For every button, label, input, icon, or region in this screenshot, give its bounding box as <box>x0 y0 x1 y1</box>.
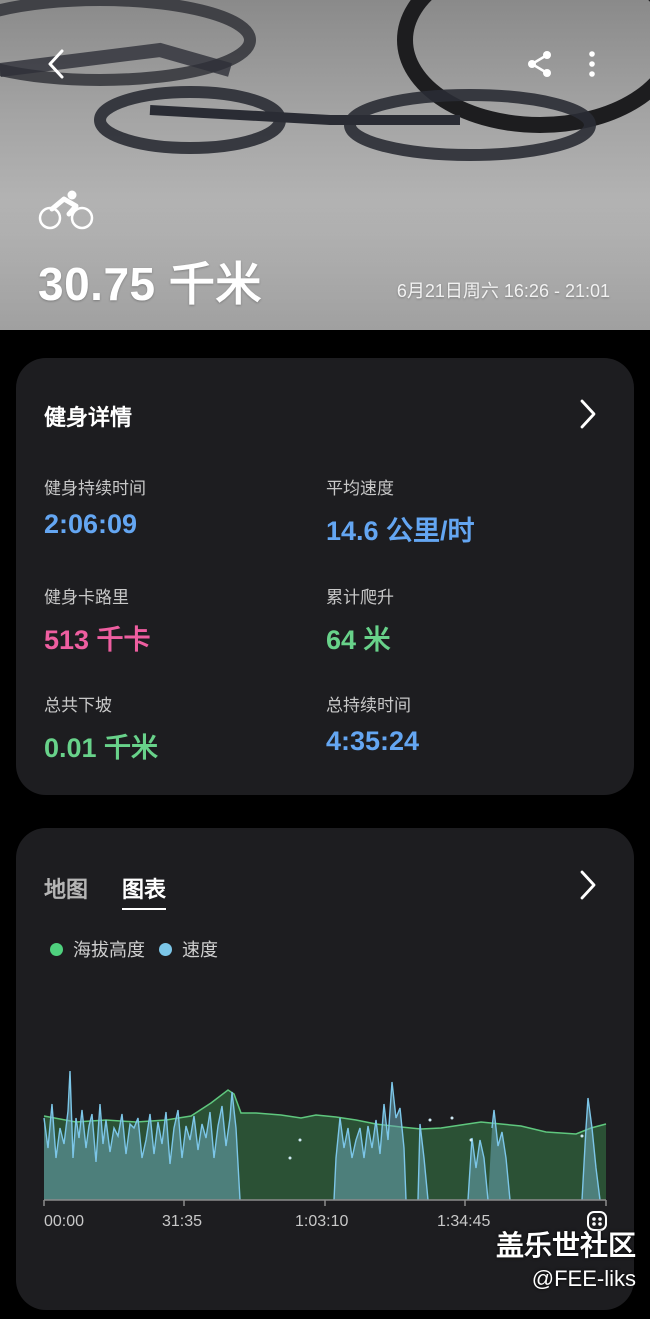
more-options-button[interactable] <box>572 44 612 84</box>
metric-label: 累计爬升 <box>326 588 394 607</box>
metric-calories: 健身卡路里 513 千卡 <box>44 583 151 657</box>
workout-details-card[interactable]: 健身详情 健身持续时间 2:06:09 平均速度 14.6 公里/时 健身卡路里… <box>16 358 634 795</box>
metric-value: 4:35:24 <box>326 726 420 756</box>
workout-datetime: 6月21日周六 16:26 - 21:01 <box>396 281 610 301</box>
card-title: 健身详情 <box>44 405 133 430</box>
metric-value: 513 千卡 <box>44 625 151 655</box>
hero-banner: 30.75 千米 6月21日周六 16:26 - 21:01 <box>0 0 650 330</box>
x-tick-label: 00:00 <box>44 1213 85 1230</box>
watermark-title: 盖乐世社区 <box>495 1230 636 1261</box>
x-tick-label: 1:03:10 <box>295 1213 349 1230</box>
metric-total-duration: 总持续时间 4:35:24 <box>326 691 419 757</box>
x-tick-label: 1:34:45 <box>437 1213 491 1230</box>
total-distance: 30.75 千米 <box>38 258 262 310</box>
x-tick-label: 31:35 <box>162 1213 203 1230</box>
chevron-right-icon <box>580 399 596 429</box>
metric-value: 2:06:09 <box>44 509 138 539</box>
metric-total-descent: 总共下坡 0.01 千米 <box>44 691 158 765</box>
details-open-button[interactable] <box>576 398 600 430</box>
more-vertical-icon <box>589 51 595 77</box>
metric-elevation-gain: 累计爬升 64 米 <box>326 583 394 657</box>
cycling-icon <box>38 190 94 230</box>
metric-average-speed: 平均速度 14.6 公里/时 <box>326 474 475 548</box>
metric-label: 平均速度 <box>326 479 394 498</box>
metric-label: 健身持续时间 <box>44 479 146 498</box>
metric-workout-duration: 健身持续时间 2:06:09 <box>44 474 146 540</box>
metric-value: 64 米 <box>326 625 391 655</box>
metric-value: 14.6 公里/时 <box>326 516 475 546</box>
metric-label: 总共下坡 <box>44 696 112 715</box>
metric-value: 0.01 千米 <box>44 733 159 763</box>
chevron-left-icon <box>48 49 64 79</box>
watermark-handle: @FEE-liks <box>531 1266 636 1291</box>
share-icon <box>528 51 551 77</box>
metric-label: 总持续时间 <box>326 696 411 715</box>
back-button[interactable] <box>36 44 76 84</box>
share-button[interactable] <box>520 44 560 84</box>
metric-label: 健身卡路里 <box>44 588 129 607</box>
